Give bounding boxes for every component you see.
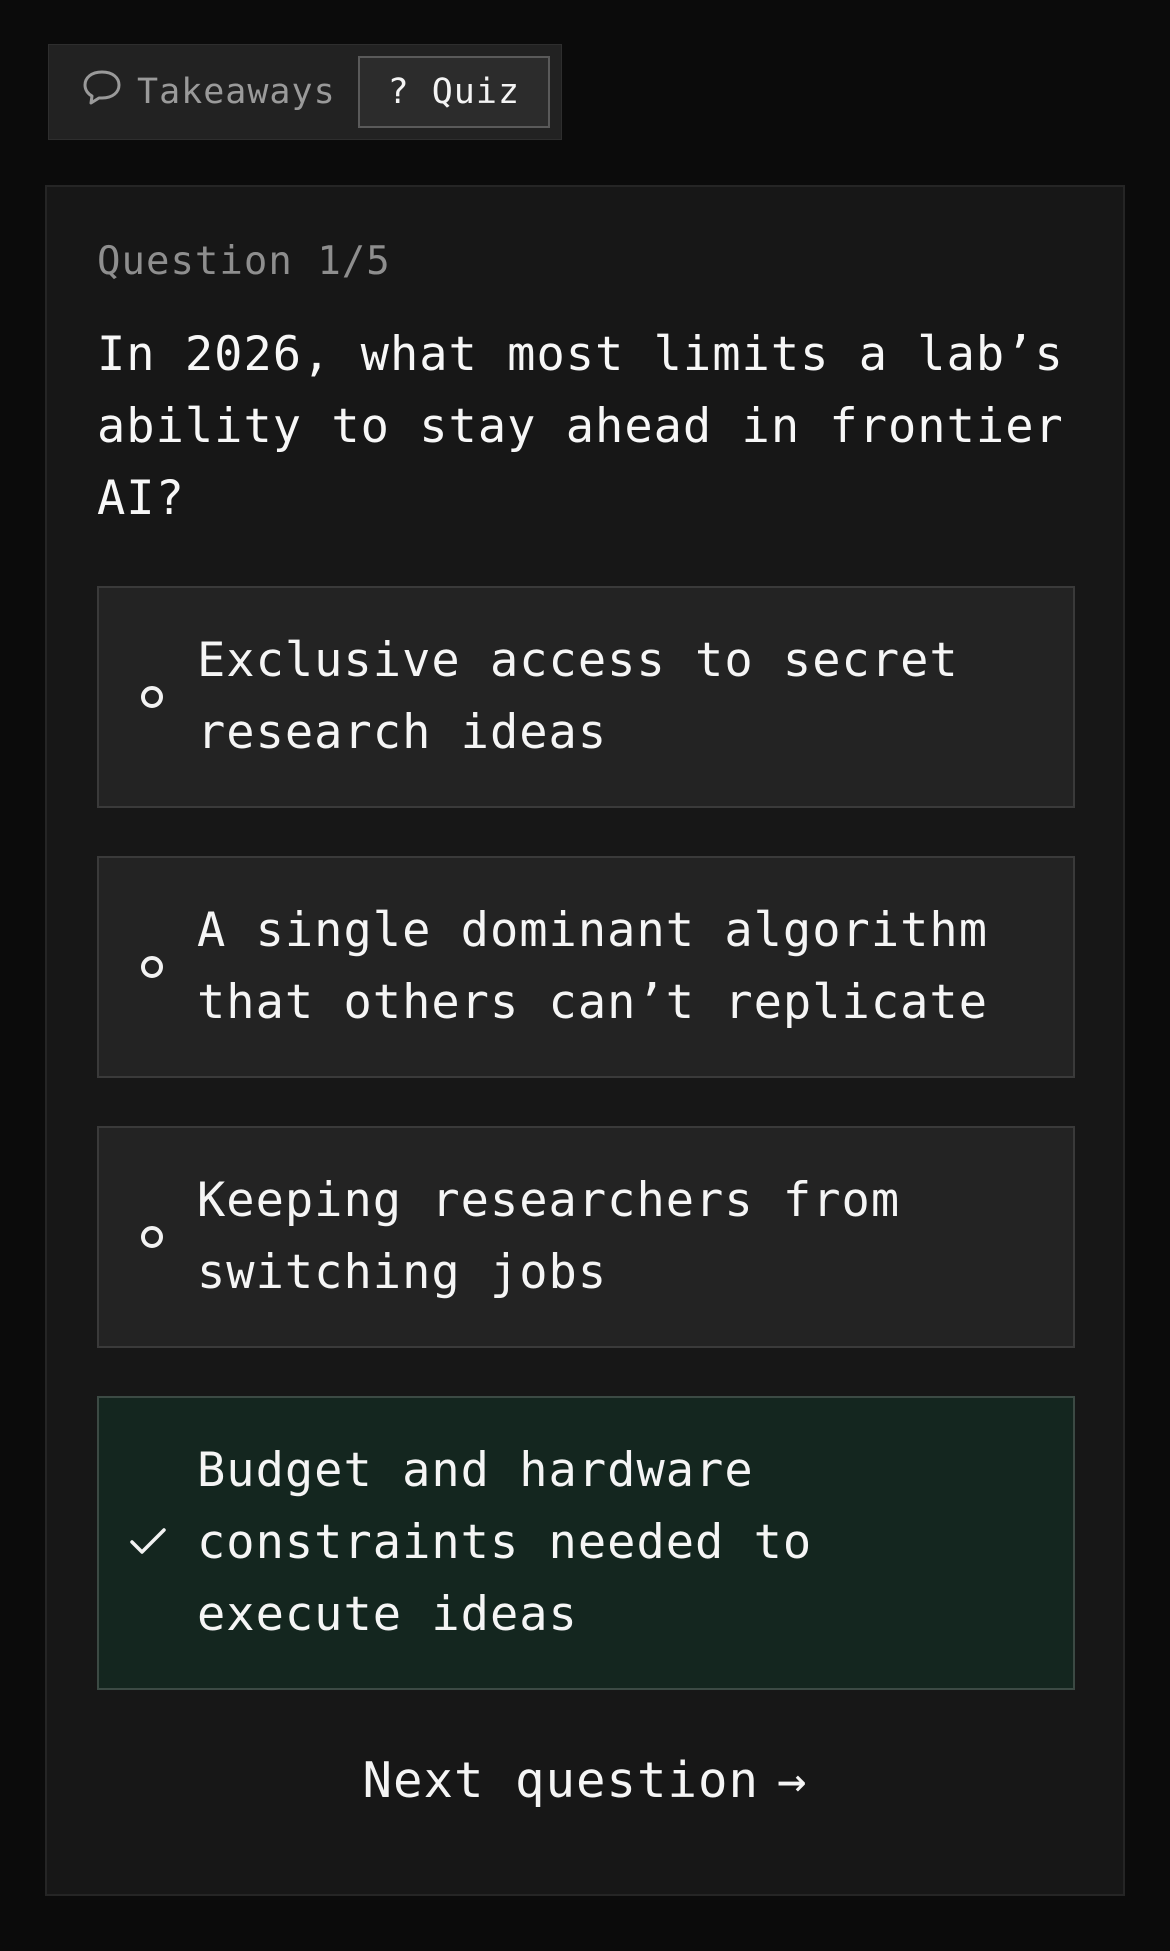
tab-takeaways-label: Takeaways [137, 72, 336, 112]
answer-option-4-correct[interactable]: Budget and hardware constraints needed t… [97, 1396, 1075, 1690]
answer-option-text: Budget and hardware constraints needed t… [197, 1443, 813, 1642]
answer-option-1[interactable]: Exclusive access to secret research idea… [97, 586, 1075, 808]
radio-circle-icon [141, 956, 163, 978]
question-counter: Question 1/5 [97, 239, 391, 284]
tab-takeaways[interactable]: Takeaways [81, 56, 358, 128]
checkmark-icon [128, 1525, 168, 1561]
question-text: In 2026, what most limits a lab’s abilit… [97, 327, 1064, 526]
quiz-card: Question 1/5 In 2026, what most limits a… [45, 185, 1125, 1896]
radio-circle-icon [141, 1226, 163, 1248]
answer-option-3[interactable]: Keeping researchers from switching jobs [97, 1126, 1075, 1348]
tab-quiz-label: Quiz [431, 72, 521, 112]
answer-option-2[interactable]: A single dominant algorithm that others … [97, 856, 1075, 1078]
answer-option-text: Keeping researchers from switching jobs [197, 1173, 901, 1300]
view-tabs: Takeaways ? Quiz [48, 44, 562, 140]
radio-circle-icon [141, 686, 163, 708]
speech-bubble-icon [81, 68, 123, 117]
question-mark-icon: ? [387, 72, 410, 112]
tab-quiz[interactable]: ? Quiz [357, 56, 550, 128]
answer-option-text: Exclusive access to secret research idea… [197, 633, 959, 760]
next-question-label: Next question [362, 1752, 759, 1809]
arrow-right-icon: → [777, 1752, 808, 1809]
next-question-button[interactable]: Next question → [47, 1752, 1123, 1809]
answer-option-text: A single dominant algorithm that others … [197, 903, 989, 1030]
